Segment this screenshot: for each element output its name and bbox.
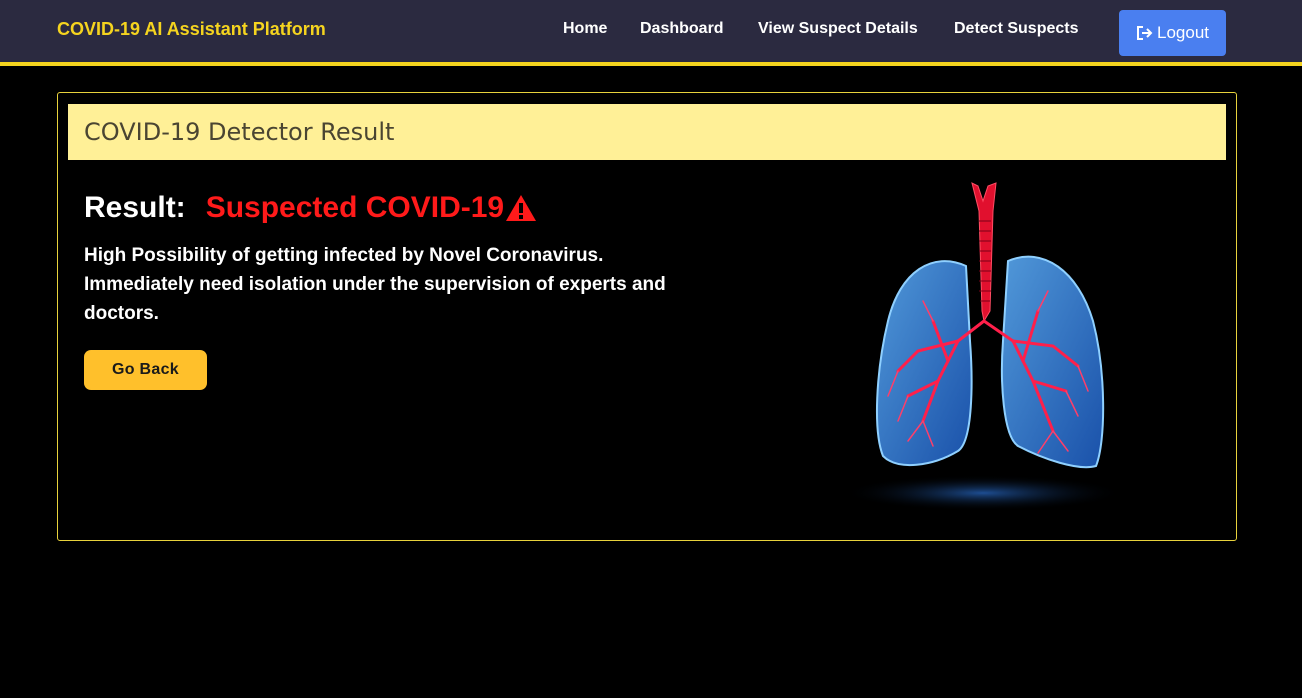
card-title: COVID-19 Detector Result: [84, 118, 395, 146]
result-line: Result: Suspected COVID-19: [84, 191, 537, 225]
brand-title[interactable]: COVID-19 AI Assistant Platform: [57, 19, 326, 40]
go-back-button[interactable]: Go Back: [84, 350, 207, 390]
logout-button[interactable]: Logout: [1119, 10, 1226, 56]
logout-label: Logout: [1157, 23, 1209, 42]
result-label: Result:: [84, 191, 186, 224]
result-value: Suspected COVID-19: [205, 191, 505, 224]
detector-result-card: COVID-19 Detector Result Result: Suspect…: [57, 92, 1237, 541]
nav-link-detect-suspects[interactable]: Detect Suspects: [954, 20, 1079, 38]
nav-link-dashboard[interactable]: Dashboard: [640, 20, 724, 38]
card-header: COVID-19 Detector Result: [68, 104, 1226, 160]
result-description: High Possibility of getting infected by …: [84, 245, 666, 324]
warning-triangle-icon: [506, 195, 537, 221]
nav-link-view-suspect-details[interactable]: View Suspect Details: [758, 20, 918, 38]
lungs-illustration: [838, 181, 1128, 521]
sign-out-icon: [1137, 26, 1153, 40]
nav-link-home[interactable]: Home: [563, 20, 607, 38]
top-navbar: COVID-19 AI Assistant Platform Home Dash…: [0, 0, 1302, 66]
